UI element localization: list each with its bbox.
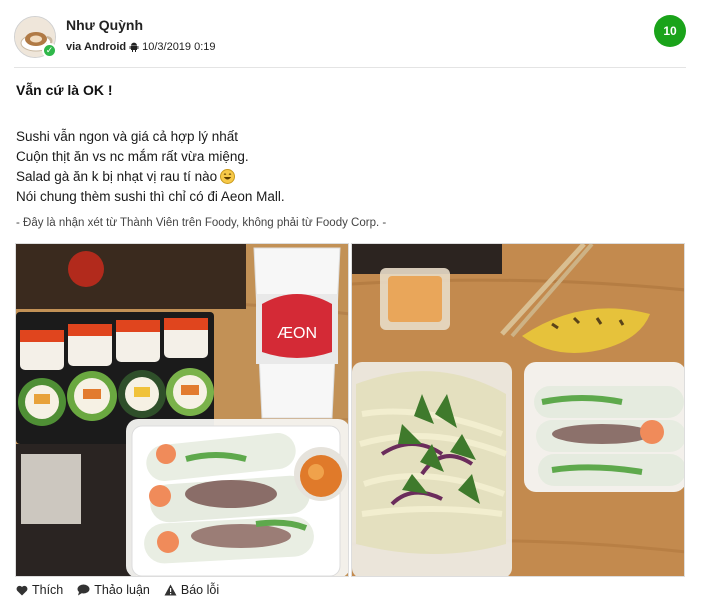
review-body: Sushi vẫn ngon và giá cả hợp lý nhất Cuộ… [16,127,285,207]
discuss-label: Thảo luận [94,583,150,597]
android-icon [129,42,139,52]
verified-badge: ✓ [42,43,57,58]
discuss-button[interactable]: Thảo luận [77,583,150,597]
warning-icon [164,584,177,596]
aeon-cup: ÆON [253,247,341,419]
review-photo-salad[interactable] [351,243,685,577]
post-meta: via Android 10/3/2019 0:19 [66,41,216,53]
review-line-with-emoji: Salad gà ăn k bị nhạt vị rau tí nào [16,167,285,187]
heart-icon [16,585,28,595]
like-button[interactable]: Thích [16,583,63,597]
report-label: Báo lỗi [180,583,220,597]
salad [356,371,508,554]
speech-bubble-icon [77,584,90,596]
spring-roll [534,386,684,486]
review-line: Cuộn thịt ăn vs nc mắm rất vừa miệng. [16,149,249,164]
review-card: ✓ Như Quỳnh via Android 10/3/2019 0:19 1… [0,0,703,607]
spring-roll [144,433,314,564]
review-line: Salad gà ăn k bị nhạt vị rau tí nào [16,169,218,184]
post-date: 10/3/2019 0:19 [142,41,216,53]
review-photo-sushi[interactable]: ÆON [15,243,349,577]
like-label: Thích [32,583,64,597]
review-line: Nói chung thèm sushi thì chỉ có đi Aeon … [16,189,285,204]
report-button[interactable]: Báo lỗi [164,583,219,597]
via-label: via Android [66,41,127,53]
cup-brand-text: ÆON [277,325,317,342]
review-title: Vẫn cứ là OK ! [16,82,113,98]
review-line: Sushi vẫn ngon và giá cả hợp lý nhất [16,129,238,144]
disclaimer: - Đây là nhận xét từ Thành Viên trên Foo… [16,217,387,229]
post-actions: Thích Thảo luận Báo lỗi [16,583,219,597]
user-name[interactable]: Như Quỳnh [66,17,143,33]
smile-emoji-icon [220,169,236,184]
header-divider [14,67,686,68]
score-badge: 10 [654,15,686,47]
